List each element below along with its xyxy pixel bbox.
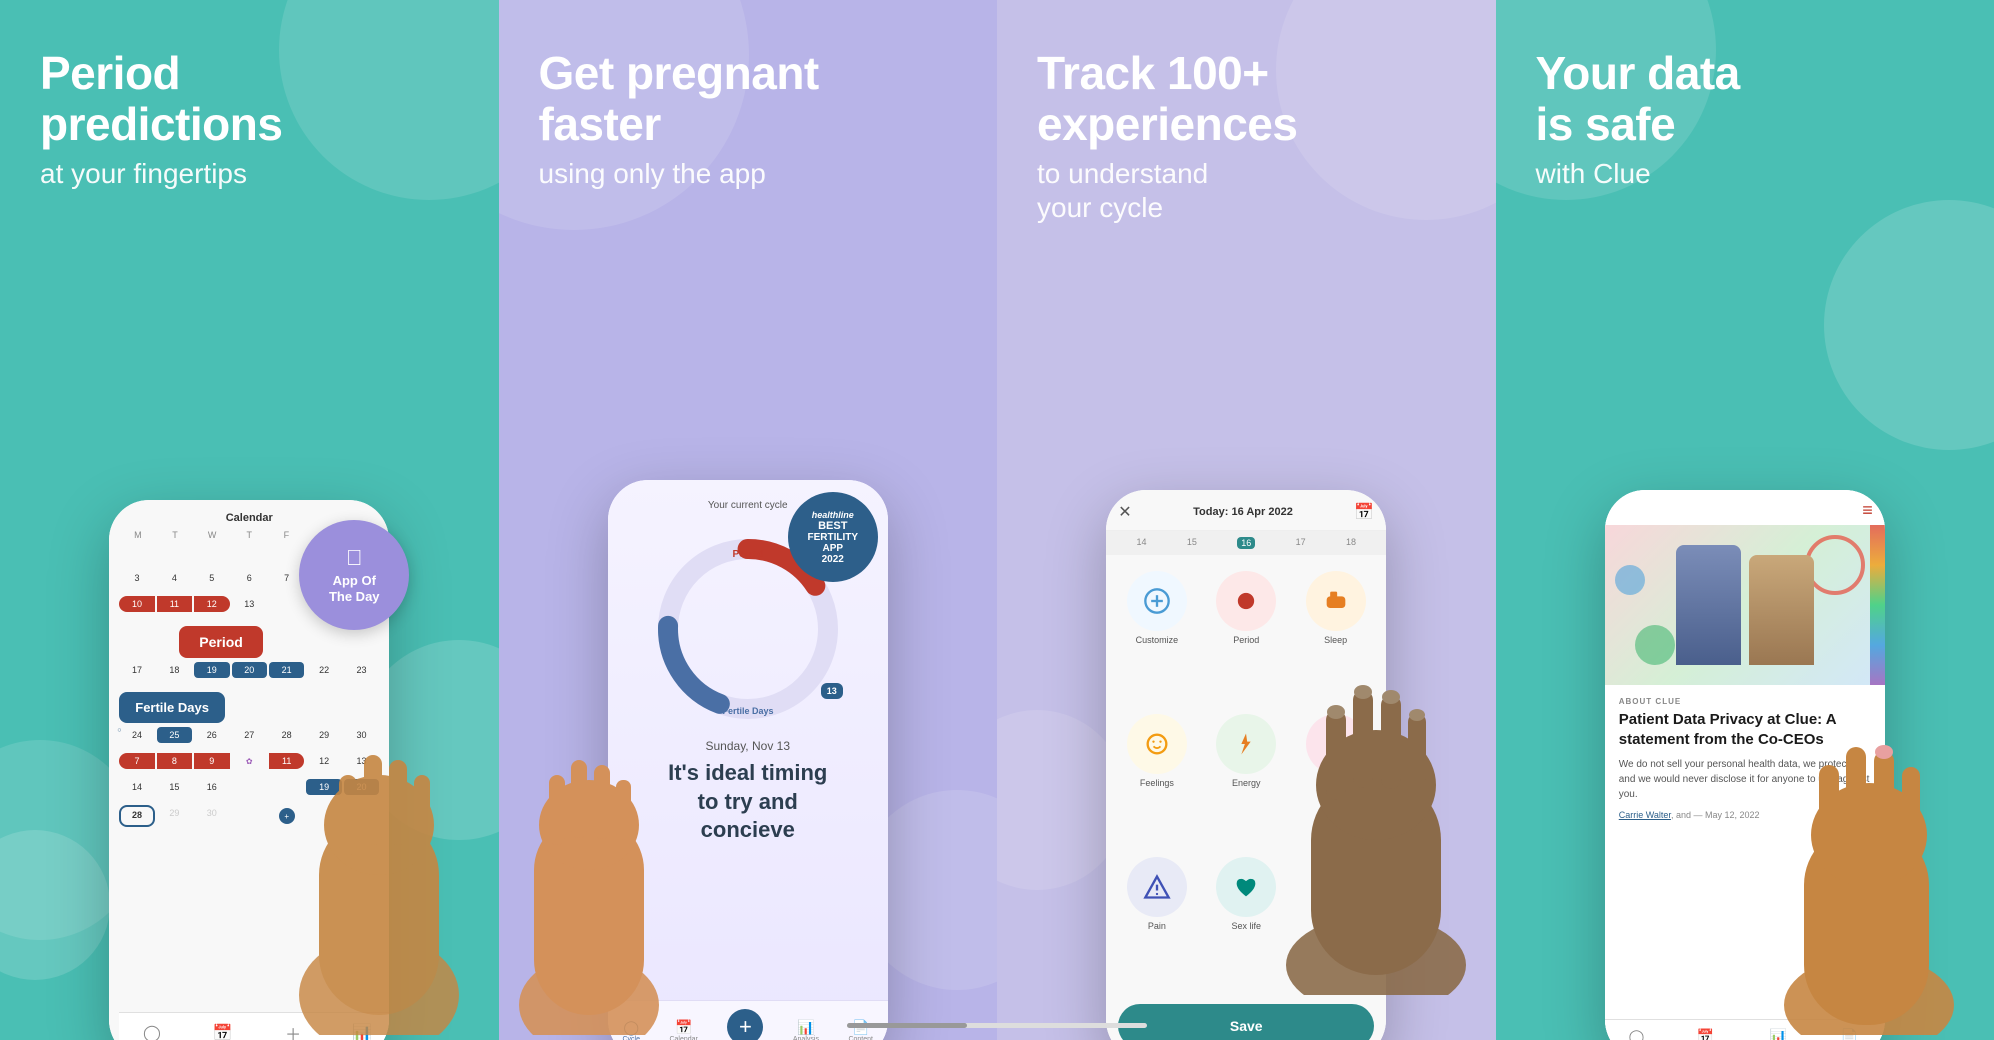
tracker-customize[interactable]: Customize	[1118, 571, 1195, 702]
fertile-days-label: Fertile Days	[119, 692, 225, 723]
app-of-the-day-badge:  App OfThe Day	[299, 520, 409, 630]
cycle-label: Your current cycle	[708, 500, 788, 511]
card-3-subtitle: to understandyour cycle	[1037, 157, 1456, 224]
scroll-thumb	[847, 1023, 967, 1028]
nav-calendar[interactable]: 📅 Calendar	[209, 1023, 237, 1040]
period-icon	[1216, 571, 1276, 631]
article-image	[1605, 525, 1885, 685]
nav-cycle-4[interactable]: ◯ Cycle	[1628, 1028, 1646, 1040]
sexlife-label: Sex life	[1231, 921, 1261, 931]
hand-illustration-2	[509, 755, 669, 1040]
tracker-energy[interactable]: Energy	[1208, 714, 1285, 845]
cycle-date: Sunday, Nov 13	[706, 739, 791, 753]
card-track-experiences: Track 100+experiences to understandyour …	[997, 0, 1496, 1040]
period-label-3: Period	[1233, 635, 1259, 645]
energy-icon	[1216, 714, 1276, 774]
card-2-subtitle: using only the app	[539, 157, 958, 191]
badge-text: App OfThe Day	[329, 573, 380, 604]
tracker-pain[interactable]: Pain	[1118, 857, 1195, 988]
nav-analysis-2[interactable]: 📊 Analysis	[793, 1019, 819, 1040]
nav-cycle[interactable]: ◯ Cycle	[143, 1023, 161, 1040]
customize-icon	[1127, 571, 1187, 631]
sexlife-icon	[1216, 857, 1276, 917]
apple-icon: 	[346, 545, 363, 571]
nav-track-btn-2[interactable]: + Track	[727, 1009, 763, 1040]
card-4-subtitle: with Clue	[1536, 157, 1955, 191]
pain-icon	[1127, 857, 1187, 917]
customize-label: Customize	[1136, 635, 1179, 645]
tracker-period[interactable]: Period	[1208, 571, 1285, 702]
feelings-label: Feelings	[1140, 778, 1174, 788]
cycle-message: It's ideal timingto try andconcieve	[668, 759, 827, 845]
hand-illustration-4	[1774, 735, 1964, 1040]
calendar-row-4: 17 18 19 20 21 22 23	[119, 662, 379, 678]
tracker-feelings[interactable]: Feelings	[1118, 714, 1195, 845]
tracker-header: ✕ Today: 16 Apr 2022 📅	[1106, 490, 1386, 531]
calendar-icon[interactable]: 📅	[1354, 502, 1374, 522]
hand-illustration-3	[1276, 675, 1476, 1000]
hand-illustration-1	[289, 735, 469, 1040]
top-menu-bar: ≡	[1605, 490, 1885, 525]
healthline-badge: healthline BEST FERTILITY APP 2022	[788, 492, 878, 582]
card-1-phone-mockup:  App OfThe Day Calendar MTWTFSS	[40, 215, 459, 1040]
scroll-bar[interactable]	[847, 1023, 1147, 1028]
article-tag: ABOUT CLUE	[1619, 697, 1871, 706]
card-2-phone-mockup: healthline BEST FERTILITY APP 2022 Your …	[539, 215, 958, 1040]
card-get-pregnant: Get pregnantfaster using only the app he…	[499, 0, 998, 1040]
cards-container: Periodpredictions at your fingertips  A…	[0, 0, 1994, 1040]
sleep-icon	[1306, 571, 1366, 631]
nav-content-2[interactable]: 📄 Content	[848, 1019, 873, 1040]
card-1-subtitle: at your fingertips	[40, 157, 459, 191]
card-period-predictions: Periodpredictions at your fingertips  A…	[0, 0, 499, 1040]
cycle-day-badge: 13	[821, 683, 843, 699]
card-4-phone-mockup: ≡	[1536, 215, 1955, 1040]
hamburger-menu-icon[interactable]: ≡	[1862, 500, 1873, 521]
pain-label: Pain	[1148, 921, 1166, 931]
sleep-label: Sleep	[1324, 635, 1347, 645]
tracker-date: Today: 16 Apr 2022	[1193, 506, 1293, 518]
nav-calendar-4[interactable]: 📅 Calendar	[1691, 1028, 1719, 1040]
card-3-phone-mockup: ✕ Today: 16 Apr 2022 📅 14 15 16 17 18	[1037, 248, 1456, 1040]
card-data-safe: Your datais safe with Clue ≡	[1496, 0, 1994, 1040]
svg-text:Period: Period	[732, 549, 763, 560]
close-icon[interactable]: ✕	[1118, 502, 1131, 522]
period-label: Period	[179, 626, 263, 658]
feelings-icon	[1127, 714, 1187, 774]
energy-label: Energy	[1232, 778, 1261, 788]
mini-calendar-strip: 14 15 16 17 18	[1106, 531, 1386, 555]
save-button[interactable]: Save	[1118, 1004, 1374, 1040]
svg-text:Fertile Days: Fertile Days	[722, 706, 773, 716]
tracker-sexlife[interactable]: Sex life	[1208, 857, 1285, 988]
nav-calendar-2[interactable]: 📅 Calendar	[669, 1019, 697, 1040]
